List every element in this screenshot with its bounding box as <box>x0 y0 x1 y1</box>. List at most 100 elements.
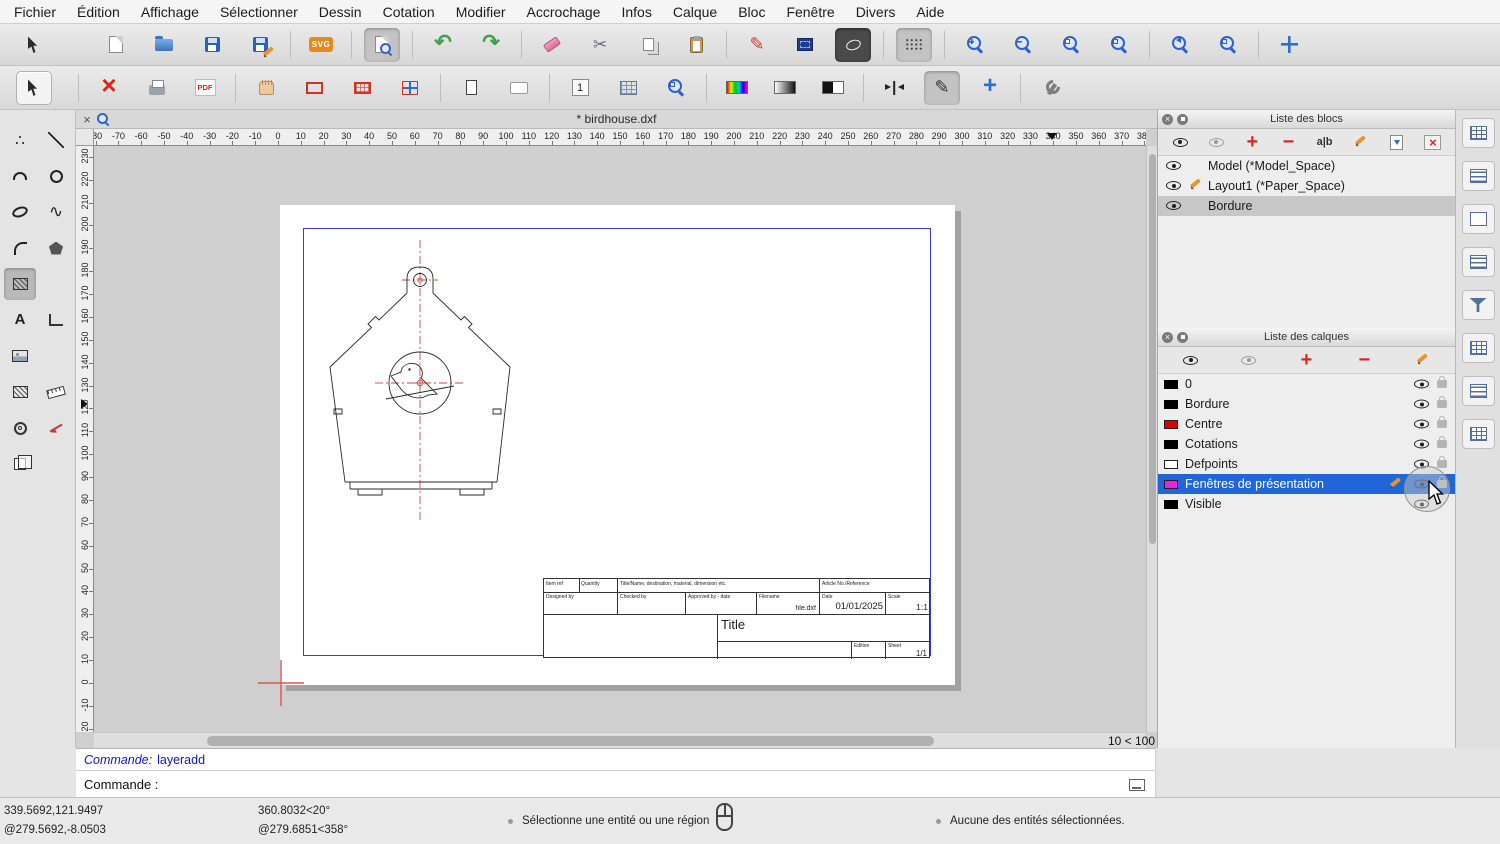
tool-dimension-leader-button[interactable] <box>40 412 72 444</box>
tool-circle-button[interactable] <box>40 160 72 192</box>
freeze-all-blocks-button[interactable] <box>1202 131 1230 154</box>
tool-measure-button[interactable] <box>40 376 72 408</box>
tool-hatch-solid-button[interactable] <box>4 376 36 408</box>
tool-ellipse-button[interactable] <box>4 196 36 228</box>
layer-lock-toggle[interactable] <box>1437 435 1447 448</box>
block-row[interactable]: Bordure <box>1158 196 1455 216</box>
gradient-button[interactable] <box>767 71 803 105</box>
tool-spline-button[interactable] <box>40 196 72 228</box>
copy-button[interactable] <box>630 28 666 62</box>
tool-image-button[interactable] <box>4 340 36 372</box>
paper-grid-button[interactable] <box>344 71 380 105</box>
tool-polygon-button[interactable] <box>40 232 72 264</box>
tool-hatch-button[interactable] <box>4 268 36 300</box>
remove-layer-button[interactable] <box>1350 349 1378 372</box>
menu-item-12[interactable]: Divers <box>856 4 896 20</box>
dock-layer-list-button[interactable] <box>1461 161 1495 191</box>
freeze-all-layers-button[interactable] <box>1235 349 1263 372</box>
options-button[interactable] <box>1033 71 1069 105</box>
fit-center-button[interactable] <box>876 71 912 105</box>
tool-circle-concentric-button[interactable] <box>4 412 36 444</box>
paste-button[interactable] <box>678 28 714 62</box>
layer-edit-pen-icon[interactable] <box>1388 477 1403 491</box>
block-visibility-toggle[interactable] <box>1166 179 1188 193</box>
layer-lock-toggle[interactable] <box>1437 455 1447 468</box>
dock-filter-button[interactable] <box>1461 290 1495 320</box>
zoom-window-button[interactable] <box>1210 28 1246 62</box>
menu-item-1[interactable]: Édition <box>77 4 120 20</box>
grid-toggle-button[interactable] <box>896 27 932 62</box>
vertical-scrollbar-thumb[interactable] <box>1148 154 1156 544</box>
menu-item-3[interactable]: Sélectionner <box>220 4 298 20</box>
svg-export-button[interactable]: SVG <box>303 28 339 62</box>
undock-panel-icon[interactable] <box>1177 113 1188 125</box>
block-row[interactable]: Model (*Model_Space) <box>1158 156 1455 176</box>
hand-tool-button[interactable] <box>248 71 284 105</box>
layer-row[interactable]: Defpoints <box>1158 454 1455 474</box>
block-visibility-toggle[interactable] <box>1166 199 1188 213</box>
block-row[interactable]: Layout1 (*Paper_Space) <box>1158 176 1455 196</box>
add-entity-button[interactable] <box>972 71 1008 105</box>
select-window-button[interactable] <box>787 28 823 62</box>
close-panel-icon[interactable] <box>1162 113 1173 125</box>
keyboard-toggle-icon[interactable] <box>1129 779 1145 791</box>
close-drawing-button[interactable] <box>91 71 127 105</box>
layer-lock-toggle[interactable] <box>1437 415 1447 428</box>
modify-layer-button[interactable] <box>1408 349 1436 372</box>
drawing-canvas[interactable]: Item ref Quantity Title/Name, destinatio… <box>94 146 1146 732</box>
close-panel-icon[interactable] <box>1162 331 1173 343</box>
new-file-button[interactable] <box>98 28 134 62</box>
redo-button[interactable] <box>473 28 509 62</box>
add-block-button[interactable] <box>1238 131 1266 154</box>
horizontal-scrollbar-thumb[interactable] <box>207 736 934 746</box>
undock-panel-icon[interactable] <box>1177 331 1188 343</box>
draft-mode-button[interactable] <box>835 27 871 62</box>
horizontal-scrollbar[interactable] <box>94 732 1146 748</box>
zoom-redraw-button[interactable] <box>1101 28 1137 62</box>
black-white-button[interactable] <box>815 71 851 105</box>
menu-item-0[interactable]: Fichier <box>14 4 56 20</box>
insert-block-button[interactable] <box>1383 131 1411 154</box>
layer-lock-toggle[interactable] <box>1437 375 1447 388</box>
scale-one-button[interactable]: 1 <box>562 71 598 105</box>
select-tool-button[interactable] <box>16 28 52 62</box>
menu-item-11[interactable]: Fenêtre <box>786 4 834 20</box>
layer-lock-toggle[interactable] <box>1437 395 1447 408</box>
pdf-export-button[interactable]: PDF <box>187 71 223 105</box>
delete-button[interactable] <box>534 28 570 62</box>
save-as-button[interactable] <box>242 28 278 62</box>
cut-button[interactable] <box>582 28 618 62</box>
menu-item-10[interactable]: Bloc <box>738 4 765 20</box>
pan-button[interactable] <box>1271 28 1307 62</box>
remove-block-button[interactable] <box>1274 131 1302 154</box>
menu-item-2[interactable]: Affichage <box>141 4 199 20</box>
add-layer-button[interactable] <box>1292 349 1320 372</box>
layer-row[interactable]: Centre <box>1158 414 1455 434</box>
print-button[interactable] <box>139 71 175 105</box>
zoom-in-button[interactable] <box>957 28 993 62</box>
undo-button[interactable] <box>425 28 461 62</box>
toggle-block-visibility-button[interactable] <box>1419 131 1447 154</box>
layer-visibility-toggle[interactable] <box>1414 439 1429 449</box>
menu-item-8[interactable]: Infos <box>621 4 651 20</box>
menu-item-9[interactable]: Calque <box>673 4 717 20</box>
open-file-button[interactable] <box>146 28 182 62</box>
tool-points-button[interactable] <box>4 124 36 156</box>
tool-text-button[interactable] <box>4 304 36 336</box>
layer-visibility-toggle[interactable] <box>1414 419 1429 429</box>
command-input-row[interactable]: Commande : <box>76 770 1155 797</box>
zoom-auto-button[interactable] <box>1053 28 1089 62</box>
block-visibility-toggle[interactable] <box>1166 159 1188 173</box>
dock-command-button[interactable] <box>1461 247 1495 277</box>
zoom-out-button[interactable] <box>1005 28 1041 62</box>
dock-block-list-button[interactable] <box>1461 118 1495 148</box>
layer-visibility-toggle[interactable] <box>1414 399 1429 409</box>
paper-border-button[interactable] <box>296 71 332 105</box>
dock-matrix-button[interactable] <box>1461 333 1495 363</box>
save-button[interactable] <box>194 28 230 62</box>
defreeze-all-layers-button[interactable] <box>1177 349 1205 372</box>
portrait-button[interactable] <box>453 71 489 105</box>
edit-entity-button[interactable] <box>739 28 775 62</box>
menu-item-4[interactable]: Dessin <box>319 4 362 20</box>
menu-item-5[interactable]: Cotation <box>383 4 435 20</box>
